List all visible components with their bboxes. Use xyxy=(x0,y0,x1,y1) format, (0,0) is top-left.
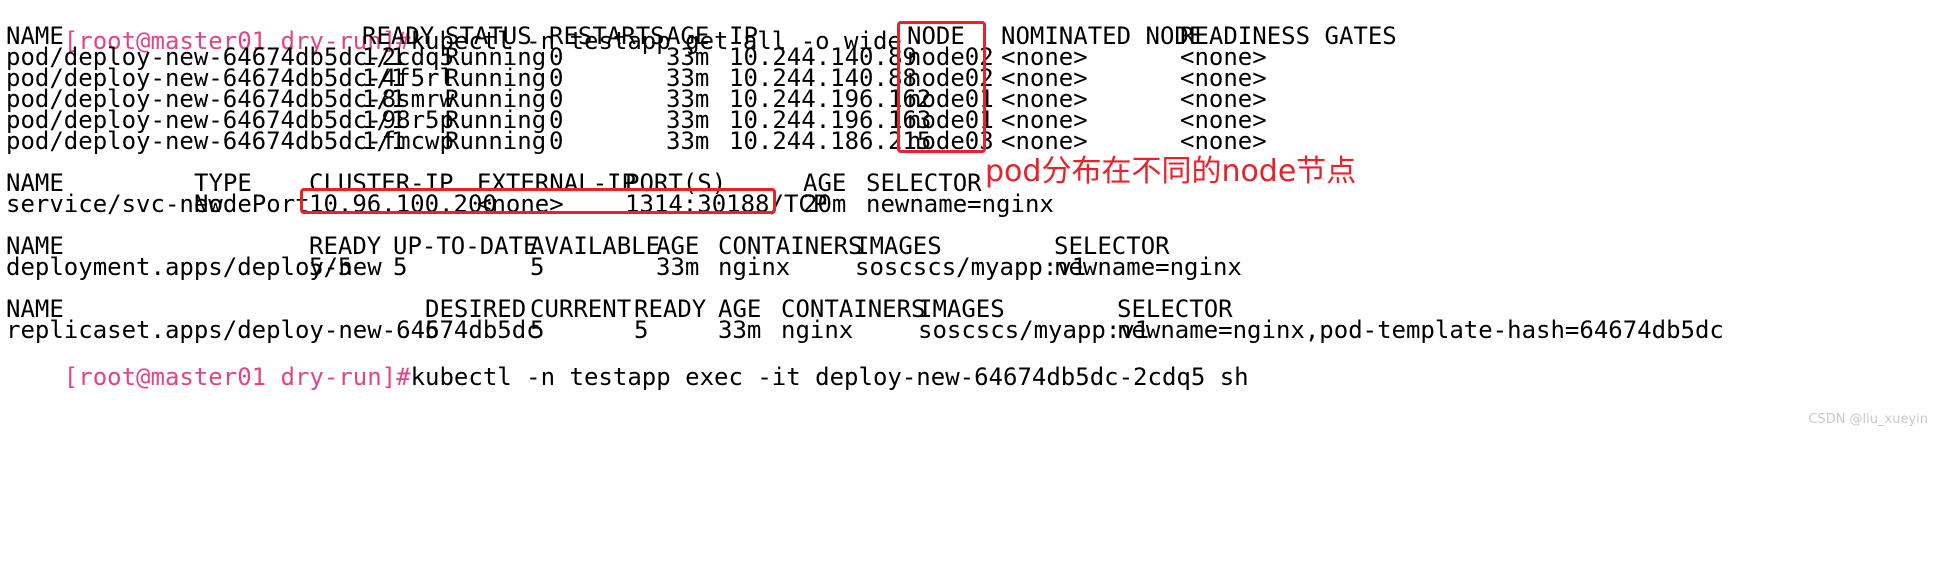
header-restarts: RESTARTS xyxy=(549,22,665,50)
deployment-selector: newname=nginx xyxy=(1054,253,1242,281)
service-age: 20m xyxy=(803,190,847,218)
deployment-containers: nginx xyxy=(718,253,791,281)
watermark: CSDN @liu_xueyin xyxy=(1808,412,1928,427)
deployment-age: 33m xyxy=(656,253,700,281)
next-command-line: [root@master01 dry-run]#kubectl -n testa… xyxy=(6,338,1249,390)
deployment-up-to-date: 5 xyxy=(393,253,408,281)
terminal-output[interactable]: [root@master01 dry-run]#kubectl -n testa… xyxy=(0,0,1942,429)
service-endpoint-highlight xyxy=(300,188,776,214)
deployment-images: soscscs/myapp:v1 xyxy=(855,253,1087,281)
service-type: NodePort xyxy=(194,190,310,218)
table-row: service/svc-new NodePort 10.96.100.200 <… xyxy=(6,191,1054,217)
deployment-available: 5 xyxy=(530,253,545,281)
shell-prompt: [root@master01 dry-run]# xyxy=(63,363,411,391)
header-up-to-date: UP-TO-DATE xyxy=(393,232,538,260)
service-selector: newname=nginx xyxy=(866,190,1054,218)
pod-status: Running xyxy=(445,127,547,155)
pod-readiness: <none> xyxy=(1180,127,1267,155)
annotation-text: pod分布在不同的node节点 xyxy=(985,154,1357,189)
table-row: deployment.apps/deploy-new 5/5 5 5 33m n… xyxy=(6,254,1242,280)
pod-age: 33m xyxy=(666,127,710,155)
pod-nominated: <none> xyxy=(1001,127,1088,155)
deployment-ready: 5/5 xyxy=(309,253,353,281)
pod-restarts: 0 xyxy=(549,127,564,155)
command-text: kubectl -n testapp exec -it deploy-new-6… xyxy=(410,363,1249,391)
table-row: pod/deploy-new-64674db5dc-fmcwp 1/1 Runn… xyxy=(6,128,1267,154)
service-name: service/svc-new xyxy=(6,190,223,218)
pod-ready: 1/1 xyxy=(362,127,406,155)
node-column-highlight xyxy=(897,21,986,153)
header-available: AVAILABLE xyxy=(530,232,661,260)
header-current: CURRENT xyxy=(530,295,632,323)
